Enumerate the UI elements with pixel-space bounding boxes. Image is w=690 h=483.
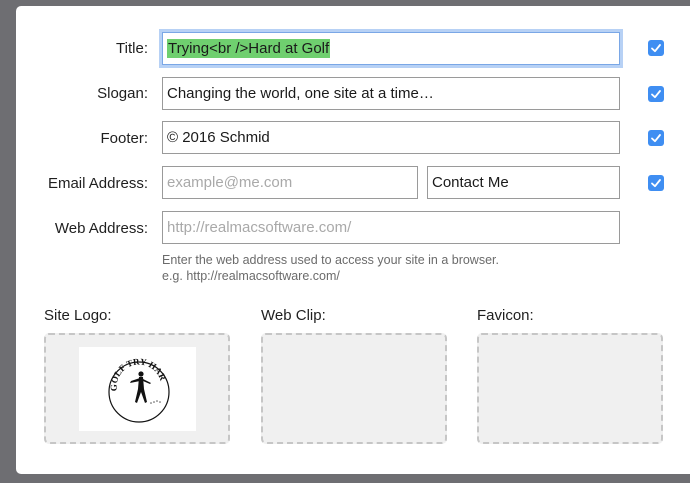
contact-field[interactable]: Contact Me	[427, 166, 620, 199]
checkmark-icon	[651, 134, 661, 143]
footer-label: Footer:	[100, 130, 148, 147]
checkmark-icon	[651, 44, 661, 53]
slogan-field[interactable]: Changing the world, one site at a time…	[162, 77, 620, 110]
favicon-dropzone[interactable]	[477, 333, 663, 444]
web-address-field[interactable]: http://realmacsoftware.com/	[162, 211, 620, 244]
footer-field[interactable]: © 2016 Schmid	[162, 121, 620, 154]
email-label: Email Address:	[47, 175, 148, 192]
favicon-label: Favicon:	[477, 307, 534, 324]
checkmark-icon	[651, 90, 661, 99]
title-checkbox[interactable]	[648, 40, 664, 56]
web-clip-label: Web Clip:	[261, 307, 326, 324]
title-field[interactable]: Trying<br />Hard at Golf	[162, 32, 620, 65]
slogan-checkbox[interactable]	[648, 86, 664, 102]
email-checkbox[interactable]	[648, 175, 664, 191]
slogan-label: Slogan:	[97, 85, 148, 102]
svg-text:GOLF TRY HARD: GOLF TRY HARD	[79, 347, 168, 391]
web-address-label: Web Address:	[54, 220, 148, 237]
web-address-hint: Enter the web address used to access you…	[162, 253, 499, 267]
logo-text: GOLF TRY HARD	[76, 339, 169, 391]
web-clip-dropzone[interactable]	[261, 333, 447, 444]
title-label: Title:	[116, 40, 148, 57]
email-field[interactable]: example@me.com	[162, 166, 418, 199]
site-logo-label: Site Logo:	[44, 307, 112, 324]
site-logo-image: GOLF TRY HARD	[76, 339, 196, 431]
title-value: Trying<br />Hard at Golf	[167, 39, 331, 58]
golf-logo-icon: GOLF TRY HARD	[76, 339, 170, 423]
web-address-example: e.g. http://realmacsoftware.com/	[162, 269, 340, 283]
footer-checkbox[interactable]	[648, 130, 664, 146]
checkmark-icon	[651, 179, 661, 188]
